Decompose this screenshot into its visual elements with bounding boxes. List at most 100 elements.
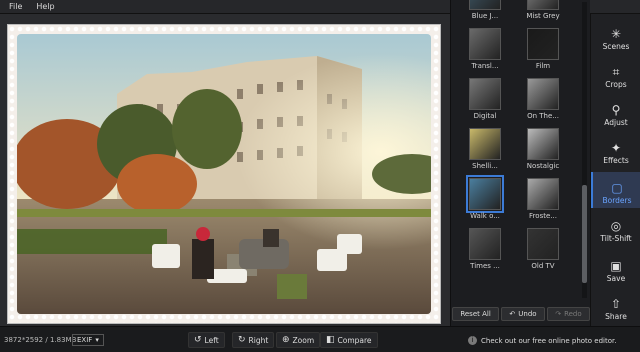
tool-label: Save: [606, 274, 626, 283]
filter-thumbnail[interactable]: Times ...: [455, 226, 511, 276]
filter-label: Nostalgic: [526, 162, 560, 170]
filter-label: Times ...: [470, 262, 500, 270]
filter-preview-image: [469, 78, 501, 110]
tool-label: Crops: [605, 80, 627, 89]
filter-preview-image: [527, 228, 559, 260]
filter-label: Old TV: [531, 262, 555, 270]
tool-borders[interactable]: ▢ Borders: [591, 172, 640, 208]
filter-thumbnail[interactable]: Mist Grey: [513, 0, 569, 26]
filter-panel: Blue J... Mist Grey Transl... Film Digital On…: [450, 0, 590, 326]
tool-tilt-shift[interactable]: ◎ Tilt-Shift: [591, 210, 640, 246]
zoom-icon: ⊕: [282, 335, 290, 345]
share-icon: ⇧: [610, 297, 622, 311]
tool-effects[interactable]: ✦ Effects: [591, 132, 640, 168]
rotate-right-icon: ↻: [238, 335, 246, 345]
compare-button[interactable]: ◧ Compare: [320, 332, 378, 348]
filter-preview-image: [469, 0, 501, 10]
zoom-button[interactable]: ⊕ Zoom: [276, 332, 321, 348]
menu-file[interactable]: File: [9, 2, 22, 11]
rotate-left-button[interactable]: ↺ Left: [188, 332, 225, 348]
filter-preview-image: [527, 178, 559, 210]
filter-thumbnail[interactable]: Shelli...: [455, 126, 511, 176]
undo-button[interactable]: ↶ Undo: [501, 307, 545, 321]
rotate-right-button[interactable]: ↻ Right: [232, 332, 275, 348]
tool-label: Borders: [602, 196, 632, 205]
filter-thumbnail[interactable]: Film: [513, 26, 569, 76]
filter-thumbnail[interactable]: Transl...: [455, 26, 511, 76]
image-dimensions: 3872*2592 / 1.83MB: [4, 336, 77, 344]
compare-icon: ◧: [326, 335, 335, 345]
filter-label: Transl...: [471, 62, 499, 70]
filter-thumbnail-list: Blue J... Mist Grey Transl... Film Digital On…: [455, 0, 577, 298]
filter-thumbnail[interactable]: Old TV: [513, 226, 569, 276]
menu-help[interactable]: Help: [36, 2, 54, 11]
filter-label: Film: [535, 62, 551, 70]
exif-dropdown[interactable]: EXIF ▾: [72, 334, 104, 346]
filter-label: Froste...: [529, 212, 557, 220]
history-buttons: Reset All ↶ Undo ↷ Redo: [451, 302, 591, 326]
save-icon: ▣: [610, 259, 622, 273]
filter-thumbnail[interactable]: Froste...: [513, 176, 569, 226]
app-window: File Help Blue J... Mist Grey Transl... …: [0, 0, 640, 352]
filter-label: Shelli...: [472, 162, 498, 170]
effects-icon: ✦: [610, 141, 622, 155]
tilt-shift-icon: ◎: [610, 219, 622, 233]
tool-crops[interactable]: ⌗ Crops: [591, 56, 640, 92]
tool-scenes[interactable]: ✳ Scenes: [591, 18, 640, 54]
photo-scene: [17, 34, 431, 314]
adjust-icon: ⚲: [611, 103, 621, 117]
redo-button[interactable]: ↷ Redo: [547, 307, 590, 321]
scenes-icon: ✳: [610, 27, 622, 41]
filter-preview-image: [469, 28, 501, 60]
rotate-right-label: Right: [248, 335, 269, 345]
reset-all-button[interactable]: Reset All: [452, 307, 499, 321]
redo-label: Redo: [564, 310, 582, 318]
exif-label: EXIF: [77, 336, 93, 344]
tool-label: Tilt-Shift: [600, 234, 632, 243]
zoom-label: Zoom: [292, 335, 315, 345]
filter-thumbnail[interactable]: Walk o...: [455, 175, 511, 226]
filter-preview-image: [469, 128, 501, 160]
info-icon: i: [468, 336, 477, 345]
filter-thumbnail[interactable]: Blue J...: [455, 0, 511, 26]
filter-preview-image: [527, 28, 559, 60]
rotate-left-label: Left: [204, 335, 219, 345]
canvas-area: [0, 14, 450, 326]
filter-preview-image: [527, 0, 559, 10]
tool-label: Adjust: [604, 118, 628, 127]
photo-preview[interactable]: [17, 34, 431, 314]
compare-label: Compare: [337, 335, 372, 345]
filter-label: Blue J...: [471, 12, 499, 20]
reset-all-label: Reset All: [460, 310, 491, 318]
filter-thumbnail[interactable]: Digital: [455, 76, 511, 126]
filter-scrollbar-thumb[interactable]: [582, 185, 587, 283]
borders-icon: ▢: [611, 181, 623, 195]
undo-icon: ↶: [509, 310, 516, 318]
status-bar: 3872*2592 / 1.83MB EXIF ▾ ↺ Left ↻ Right ⊕ Z…: [0, 326, 640, 352]
filter-preview-image: [527, 78, 559, 110]
tool-share[interactable]: ⇧ Share: [591, 288, 640, 324]
tool-label: Share: [605, 312, 627, 321]
crop-icon: ⌗: [612, 65, 620, 79]
tool-save[interactable]: ▣ Save: [591, 250, 640, 286]
tool-label: Effects: [603, 156, 629, 165]
tool-label: Scenes: [602, 42, 630, 51]
filter-thumbnail[interactable]: On The...: [513, 76, 569, 126]
filter-label: On The...: [527, 112, 559, 120]
filter-label: Walk o...: [470, 212, 500, 220]
dropdown-arrow-icon: ▾: [95, 336, 99, 344]
filter-preview-image: [527, 128, 559, 160]
tool-adjust[interactable]: ⚲ Adjust: [591, 94, 640, 130]
undo-label: Undo: [518, 310, 537, 318]
filter-label: Digital: [473, 112, 497, 120]
tool-sidebar: ✳ Scenes ⌗ Crops ⚲ Adjust ✦ Effects ▢ Borders ◎ Til…: [590, 14, 640, 326]
filter-label: Mist Grey: [526, 12, 560, 20]
redo-icon: ↷: [555, 310, 562, 318]
photo-border-frame: [7, 24, 441, 324]
rotate-left-icon: ↺: [194, 335, 202, 345]
filter-preview-image: [469, 228, 501, 260]
promo-text: Check out our free online photo editor.: [481, 336, 617, 345]
filter-preview-image: [466, 175, 504, 213]
filter-thumbnail[interactable]: Nostalgic: [513, 126, 569, 176]
promo-link[interactable]: i Check out our free online photo editor.: [468, 336, 616, 345]
